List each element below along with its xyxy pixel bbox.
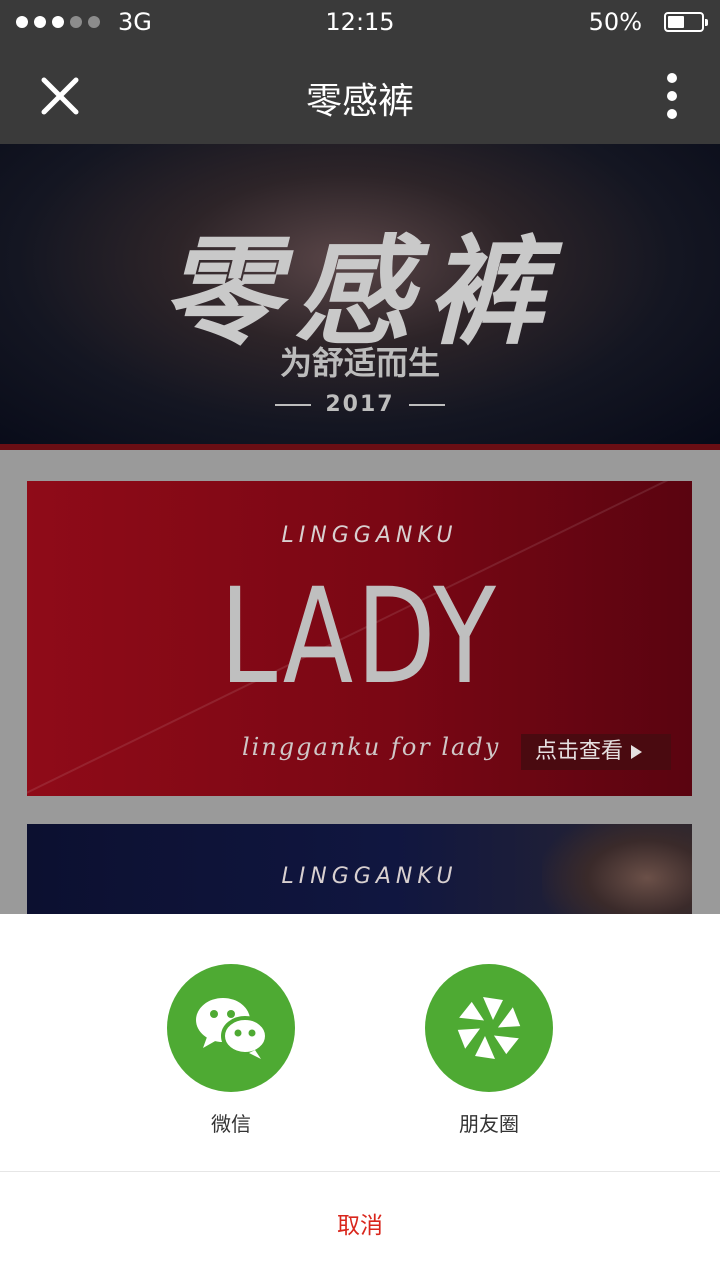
share-item-label: 朋友圈 [459, 1112, 519, 1136]
hero-year-text: 2017 [325, 392, 395, 417]
divider [275, 404, 312, 406]
share-item-label: 微信 [211, 1112, 251, 1136]
hero-year: 2017 [0, 392, 720, 417]
brand-arc-text: LINGGANKU [281, 864, 458, 889]
share-to-wechat-button[interactable]: 微信 [161, 964, 301, 1137]
hero-banner[interactable]: 零感裤 为舒适而生 2017 [0, 144, 720, 450]
page-content: 零感裤 为舒适而生 2017 LINGGANKU LADY lingganku … [0, 144, 720, 914]
wechat-icon [167, 964, 295, 1092]
cancel-button[interactable]: 取消 [0, 1172, 720, 1281]
more-vertical-icon [667, 73, 677, 119]
lady-title: LADY [219, 560, 500, 714]
view-details-label: 点击查看 [535, 739, 624, 764]
lady-banner-card[interactable]: LINGGANKU LADY lingganku for lady 点击查看 [27, 481, 692, 796]
view-details-button[interactable]: 点击查看 [521, 734, 671, 770]
divider [0, 444, 720, 450]
share-to-moments-button[interactable]: 朋友圈 [419, 964, 559, 1137]
hero-subtitle: 为舒适而生 [279, 344, 440, 382]
page-title: 零感裤 [305, 81, 414, 122]
battery-percentage: 50% [588, 8, 642, 36]
lady-script-text: lingganku for lady [242, 733, 501, 761]
share-sheet: 微信 朋友圈 取消 [0, 914, 720, 1281]
play-arrow-icon [631, 745, 643, 759]
moments-icon [425, 964, 553, 1092]
brand-arc-text: LINGGANKU [281, 523, 458, 548]
navigation-bar: 零感裤 [0, 48, 720, 144]
status-bar: 3G 12:15 50% [0, 0, 720, 48]
divider [408, 404, 445, 406]
men-banner-card[interactable]: LINGGANKU [27, 824, 692, 914]
more-options-button[interactable] [650, 70, 694, 122]
battery-icon [664, 12, 708, 32]
